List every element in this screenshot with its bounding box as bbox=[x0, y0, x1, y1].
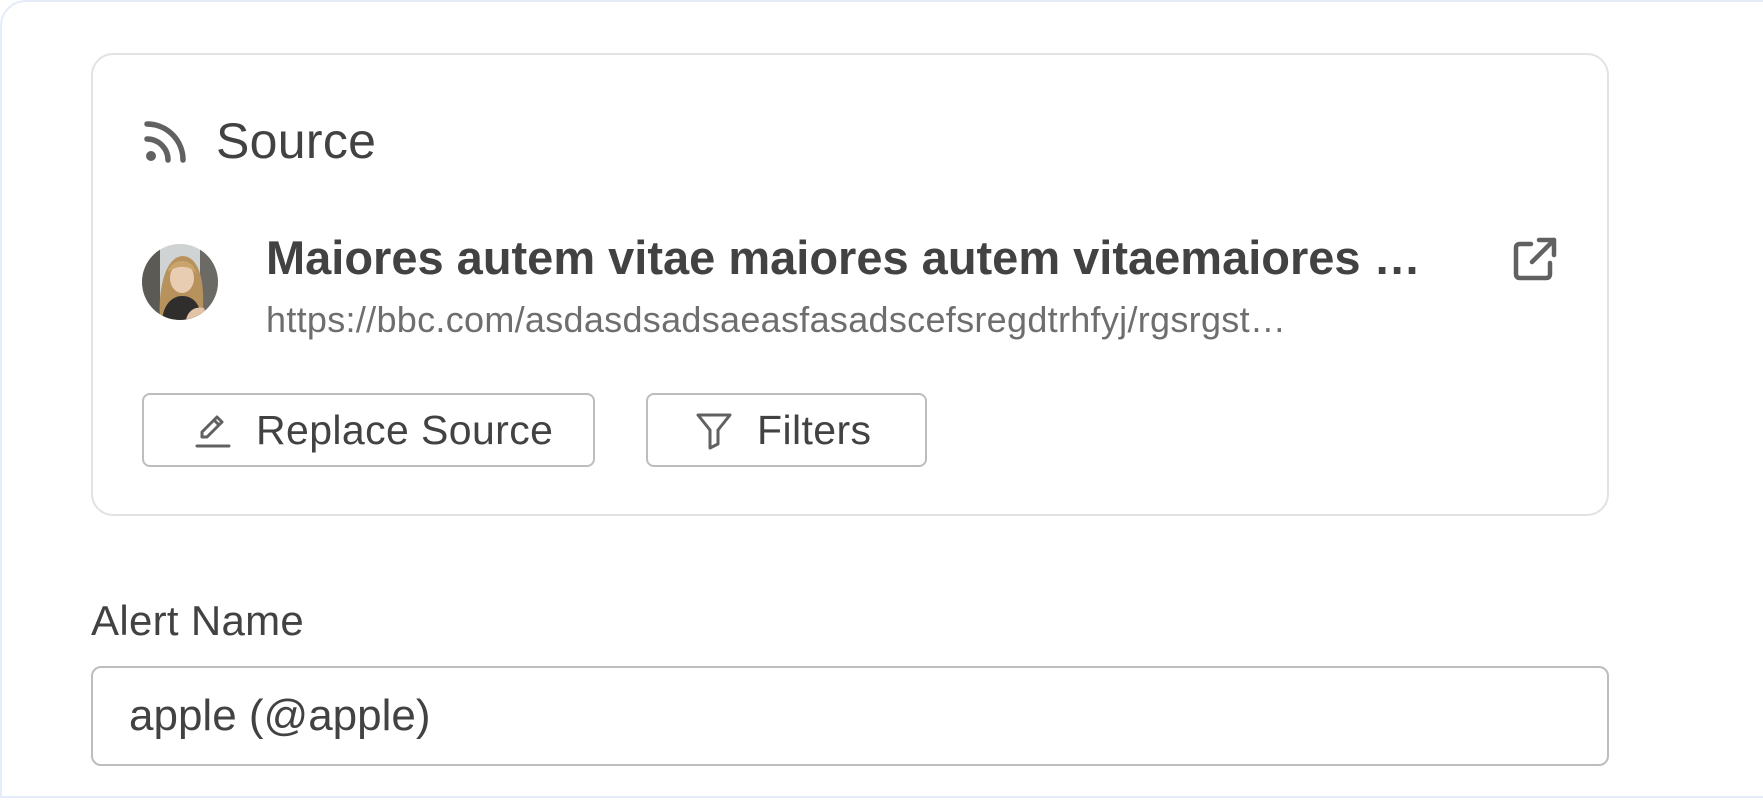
source-card-header: Source bbox=[142, 113, 376, 169]
avatar bbox=[142, 244, 218, 320]
filters-button[interactable]: Filters bbox=[646, 393, 927, 467]
source-heading: Source bbox=[216, 113, 377, 169]
replace-source-button[interactable]: Replace Source bbox=[142, 393, 595, 467]
rss-icon bbox=[144, 121, 186, 163]
filter-icon bbox=[696, 413, 732, 450]
source-title[interactable]: Maiores autem vitae maiores autem vitaem… bbox=[266, 230, 1434, 286]
filters-label: Filters bbox=[757, 406, 872, 453]
alert-name-label: Alert Name bbox=[91, 597, 305, 644]
replace-source-label: Replace Source bbox=[256, 406, 554, 453]
source-url: https://bbc.com/asdasdsadsaeasfasadscefs… bbox=[266, 299, 1287, 340]
alert-name-input[interactable] bbox=[91, 666, 1609, 766]
external-link-icon[interactable] bbox=[1511, 235, 1559, 283]
pencil-icon bbox=[195, 415, 231, 448]
source-card: Source Maiores autem vitae maiores autem… bbox=[91, 53, 1609, 516]
